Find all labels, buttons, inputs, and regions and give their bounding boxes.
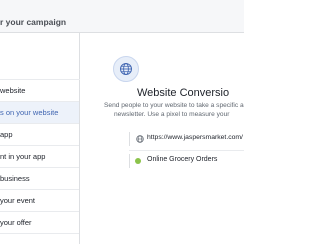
pixel-conversion-event[interactable]: Online Grocery Orders [129,154,244,168]
objective-description: Send people to your website to take a sp… [104,101,244,119]
website-url-value: https://www.jaspersmarket.com/ [147,134,243,141]
sidebar-item-conversions-website[interactable]: s on your website [0,102,79,124]
website-url-field[interactable]: https://www.jaspersmarket.com/ [129,132,244,146]
description-line: newsletter. Use a pixel to measure your [114,111,230,118]
divider [129,150,244,151]
sidebar-item-label: your offer [0,218,32,227]
sidebar-item-label: nt in your app [0,152,46,161]
sidebar-item-app[interactable]: app [0,124,79,146]
globe-icon [120,63,132,75]
objective-sidebar: website s on your website app nt in your… [0,33,80,244]
sidebar-item-business[interactable]: business [0,168,79,190]
sidebar-item-label: s on your website [0,108,59,117]
sidebar-item-label: business [0,174,30,183]
globe-icon [136,135,144,143]
conversion-event-label: Online Grocery Orders [147,156,218,163]
sidebar-item-label: your event [0,196,36,205]
sidebar-item-offer[interactable]: your offer [0,212,79,234]
description-line: Send people to your website to take a sp… [104,102,244,109]
sidebar-item-event[interactable]: your event [0,190,79,212]
objective-icon-badge [113,56,139,82]
sidebar-item-label: app [0,130,13,139]
status-dot-icon [135,158,141,164]
sidebar-item-website[interactable]: website [0,80,79,102]
panel-header: r your campaign [0,0,244,33]
sidebar-item-app-engagement[interactable]: nt in your app [0,146,79,168]
campaign-objective-panel: r your campaign website s on your websit… [0,0,244,244]
header-title: r your campaign [0,17,67,27]
objective-title: Website Conversio [137,87,230,99]
sidebar-item-label: website [0,86,26,95]
